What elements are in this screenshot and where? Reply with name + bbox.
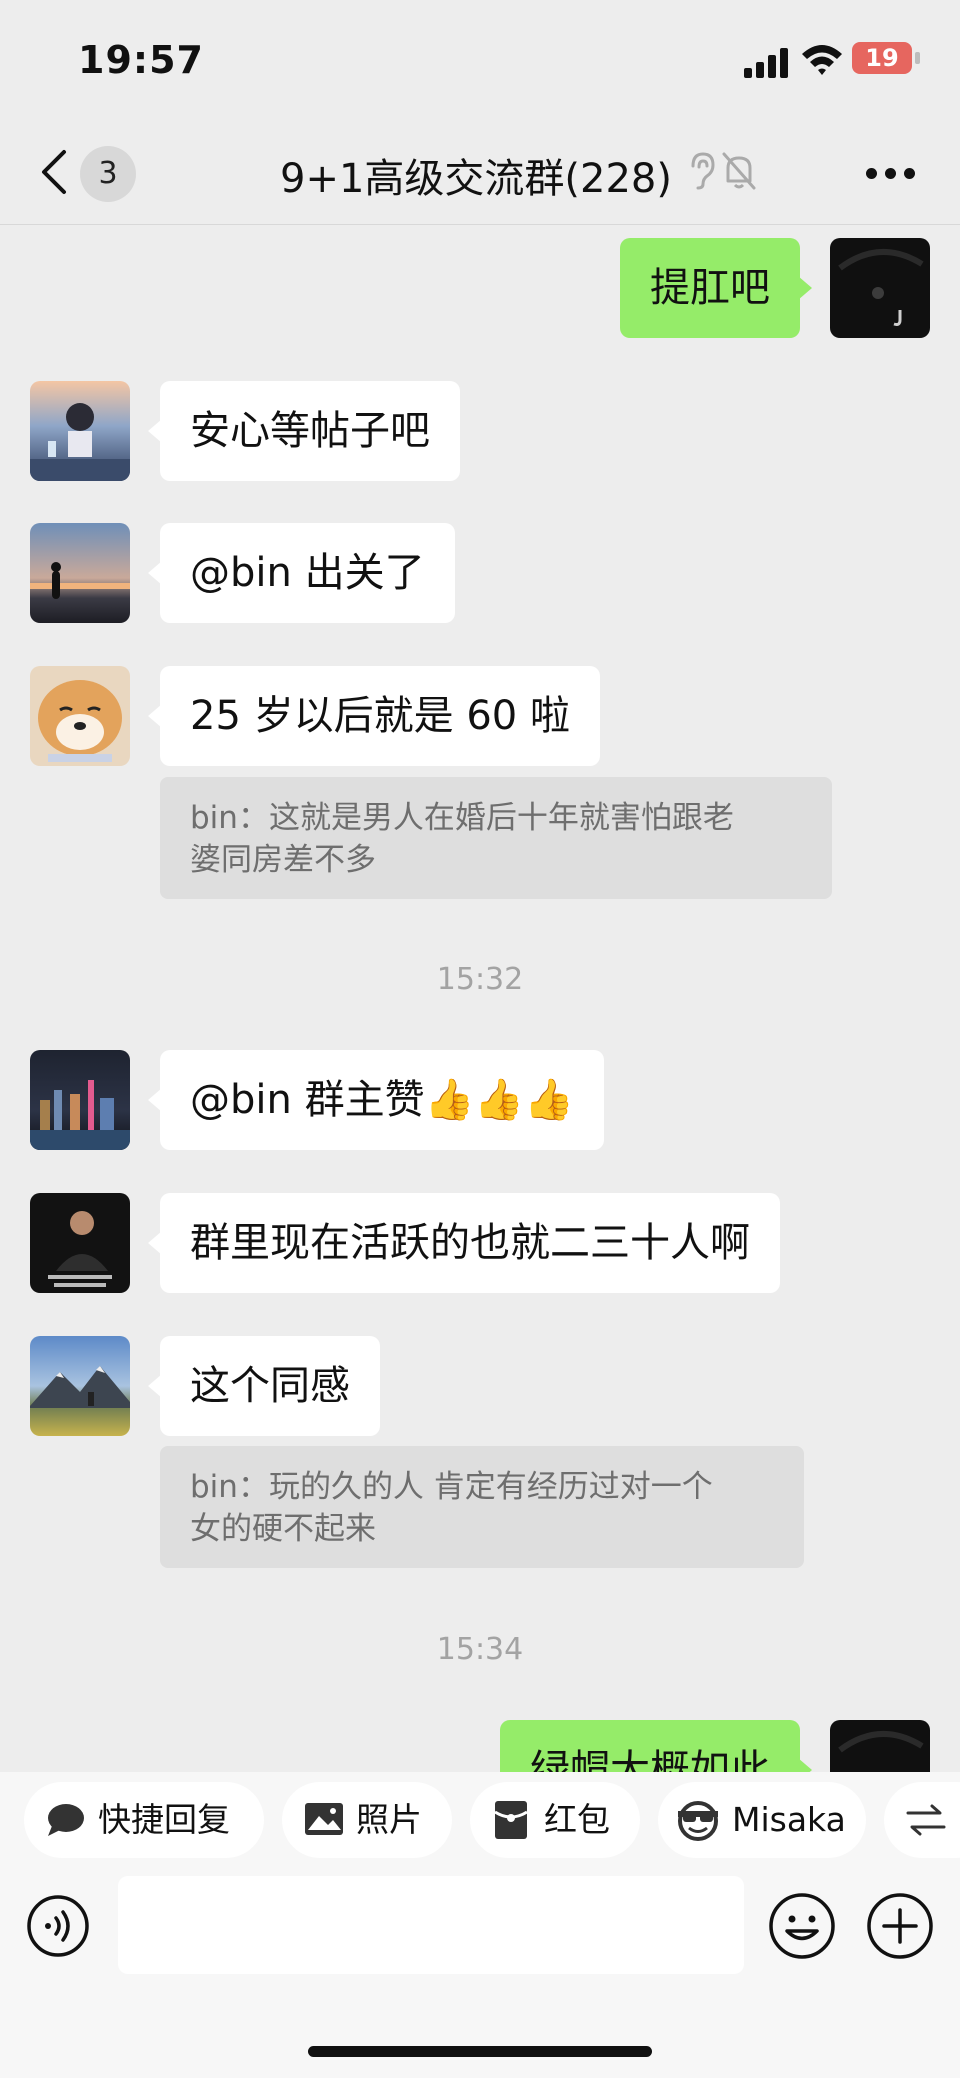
message-bubble[interactable]: 这个同感 [148,1336,380,1436]
sunglasses-face-icon [678,1801,718,1841]
bottom-toolbar: 快捷回复 照片 红包 Misaka [0,1772,960,2078]
avatar[interactable] [30,1193,130,1293]
mountain-landscape-avatar-icon [30,1366,130,1408]
status-bar: 19:57 19 [0,0,960,120]
quick-reply-label: 快捷回复 [98,1800,230,1839]
sunset-silhouette-avatar-icon [30,562,130,599]
home-indicator[interactable] [308,2046,652,2057]
swap-arrows-icon [906,1804,946,1836]
anime-boy-avatar-icon [30,403,130,481]
my-message-bubble[interactable]: 提肛吧 [620,238,812,338]
chat-header: 3 9+1高级交流群(228) [0,120,960,225]
status-time: 19:57 [78,38,204,82]
red-packet-icon [494,1801,528,1839]
quoted-reply[interactable]: bin：玩的久的人 肯定有经历过对一个 女的硬不起来 [160,1446,804,1568]
quoted-reply-line: 婆同房差不多 [190,842,376,878]
avatar[interactable] [30,666,130,766]
photo-label: 照片 [356,1800,422,1839]
message-bubble[interactable]: 群里现在活跃的也就二三十人啊 [148,1193,780,1293]
avatar[interactable] [30,1050,130,1150]
more-options-icon[interactable] [866,168,916,180]
timestamp: 15:34 [436,1632,524,1667]
photo-chip[interactable]: 照片 [282,1782,452,1858]
muted-bell-icon [722,152,756,190]
misaka-label: Misaka [732,1800,846,1839]
city-skyline-avatar-icon [30,1080,130,1150]
cellular-signal-icon [744,44,790,78]
more-functions-plus-icon[interactable] [866,1892,934,1960]
message-input[interactable] [118,1876,744,1974]
message-bubble[interactable]: 25 岁以后就是 60 啦 [148,666,600,766]
photo-icon [305,1803,343,1835]
my-avatar[interactable] [830,238,930,338]
back-chevron-icon[interactable] [36,148,76,196]
message-bubble[interactable]: @bin 出关了 [148,523,455,623]
voice-input-icon[interactable] [26,1894,90,1958]
red-packet-chip[interactable]: 红包 [470,1782,640,1858]
avatar[interactable] [30,1336,130,1436]
chat-title: 9+1高级交流群(228) [280,156,672,202]
avatar[interactable] [30,523,130,623]
message-bubble[interactable]: @bin 群主赞👍👍👍 [148,1050,604,1150]
battery-indicator: 19 [852,42,920,74]
shiba-dog-avatar-icon [38,680,122,762]
quoted-reply[interactable]: bin：这就是男人在婚后十年就害怕跟老 婆同房差不多 [160,777,832,899]
message-bubble[interactable]: 安心等帖子吧 [148,381,460,481]
wifi-icon [802,45,842,75]
earpiece-mode-icon [691,152,715,190]
man-in-suit-avatar-icon [48,1211,112,1287]
misaka-chip[interactable]: Misaka [658,1782,866,1858]
switch-chip[interactable] [884,1782,960,1858]
unread-count-badge[interactable]: 3 [80,146,136,202]
emoji-icon[interactable] [768,1892,836,1960]
quoted-reply-line: bin：玩的久的人 肯定有经历过对一个 [190,1469,713,1505]
chat-bubble-icon [48,1804,84,1836]
quick-reply-chip[interactable]: 快捷回复 [24,1782,264,1858]
quoted-reply-line: 女的硬不起来 [190,1511,376,1547]
quoted-reply-line: bin：这就是男人在婚后十年就害怕跟老 [190,800,734,836]
avatar[interactable] [30,381,130,481]
red-packet-label: 红包 [544,1800,610,1839]
timestamp: 15:32 [436,962,524,997]
umbrella-photo-icon [838,249,924,326]
